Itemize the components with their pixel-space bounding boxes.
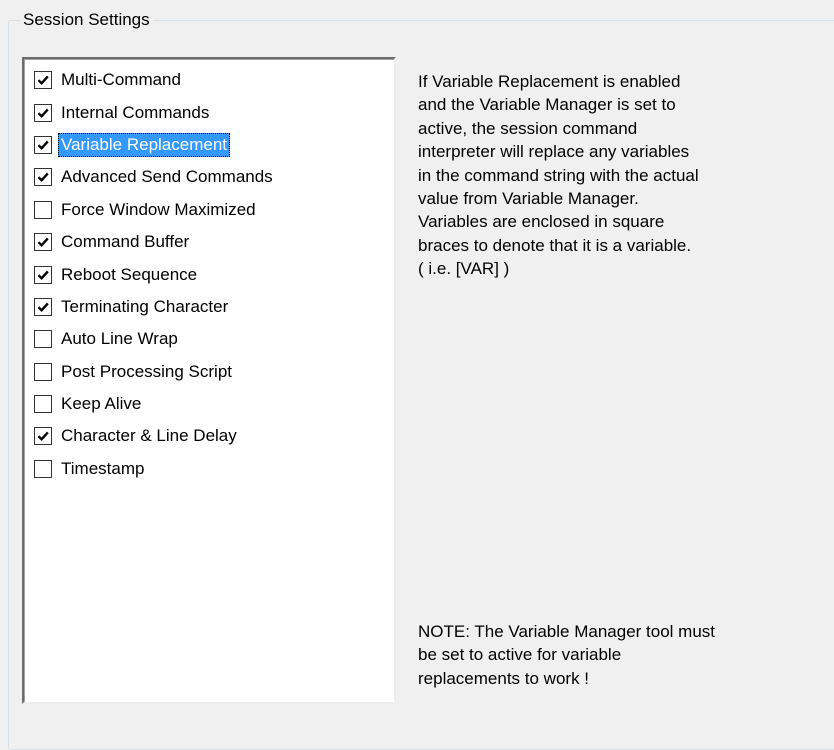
checkmark-icon — [37, 75, 49, 86]
checkmark-icon — [37, 172, 49, 183]
checkbox[interactable] — [34, 135, 52, 154]
option-label: Internal Commands — [61, 102, 210, 122]
checkbox[interactable] — [34, 168, 52, 187]
note-panel: NOTE: The Variable Manager tool must be … — [418, 620, 808, 690]
option-item[interactable]: Force Window Maximized — [34, 194, 276, 226]
option-item[interactable]: Advanced Send Commands — [34, 161, 276, 193]
option-item[interactable]: Variable Replacement — [34, 129, 276, 161]
checkmark-icon — [37, 302, 49, 312]
checkmark-icon — [37, 140, 49, 151]
checkbox[interactable] — [34, 71, 52, 90]
option-item[interactable]: Terminating Character — [34, 291, 276, 323]
option-label: Multi-Command — [61, 70, 181, 90]
option-item[interactable]: Character & Line Delay — [34, 420, 276, 452]
checkbox[interactable] — [34, 297, 52, 316]
option-item[interactable]: Command Buffer — [34, 226, 276, 258]
option-label: Character & Line Delay — [61, 426, 237, 446]
option-label: Force Window Maximized — [61, 199, 256, 219]
option-label: Keep Alive — [61, 394, 142, 414]
option-label: Command Buffer — [61, 232, 190, 252]
description-panel: If Variable Replacement is enabled and t… — [418, 70, 808, 281]
option-item[interactable]: Multi-Command — [34, 64, 276, 96]
checkmark-icon — [37, 108, 49, 118]
option-label: Advanced Send Commands — [61, 167, 273, 187]
option-item[interactable]: Internal Commands — [34, 96, 276, 128]
checkbox[interactable] — [34, 330, 52, 349]
session-options-listbox[interactable]: Multi-Command Internal Commands Variable… — [22, 57, 396, 704]
option-label: Timestamp — [61, 458, 145, 478]
option-item[interactable]: Post Processing Script — [34, 356, 276, 388]
option-item[interactable]: Timestamp — [34, 453, 276, 485]
checkbox[interactable] — [34, 265, 52, 284]
description-text: If Variable Replacement is enabled and t… — [418, 72, 699, 279]
checkbox[interactable] — [34, 459, 52, 478]
option-label: Terminating Character — [61, 296, 229, 316]
group-title: Session Settings — [20, 10, 153, 30]
options-list: Multi-Command Internal Commands Variable… — [34, 64, 276, 485]
option-item[interactable]: Auto Line Wrap — [34, 323, 276, 355]
note-text: NOTE: The Variable Manager tool must be … — [418, 622, 716, 688]
checkbox[interactable] — [34, 427, 52, 446]
option-item[interactable]: Keep Alive — [34, 388, 276, 420]
checkbox[interactable] — [34, 395, 52, 414]
option-item[interactable]: Reboot Sequence — [34, 258, 276, 290]
checkbox[interactable] — [34, 362, 52, 381]
checkbox[interactable] — [34, 233, 52, 252]
option-label: Auto Line Wrap — [61, 329, 178, 349]
checkbox[interactable] — [34, 103, 52, 122]
option-label: Reboot Sequence — [61, 264, 198, 284]
checkbox[interactable] — [34, 200, 52, 219]
checkmark-icon — [37, 270, 49, 280]
option-label: Variable Replacement — [58, 132, 230, 157]
option-label: Post Processing Script — [61, 361, 233, 381]
checkmark-icon — [37, 237, 49, 248]
checkmark-icon — [37, 432, 49, 442]
